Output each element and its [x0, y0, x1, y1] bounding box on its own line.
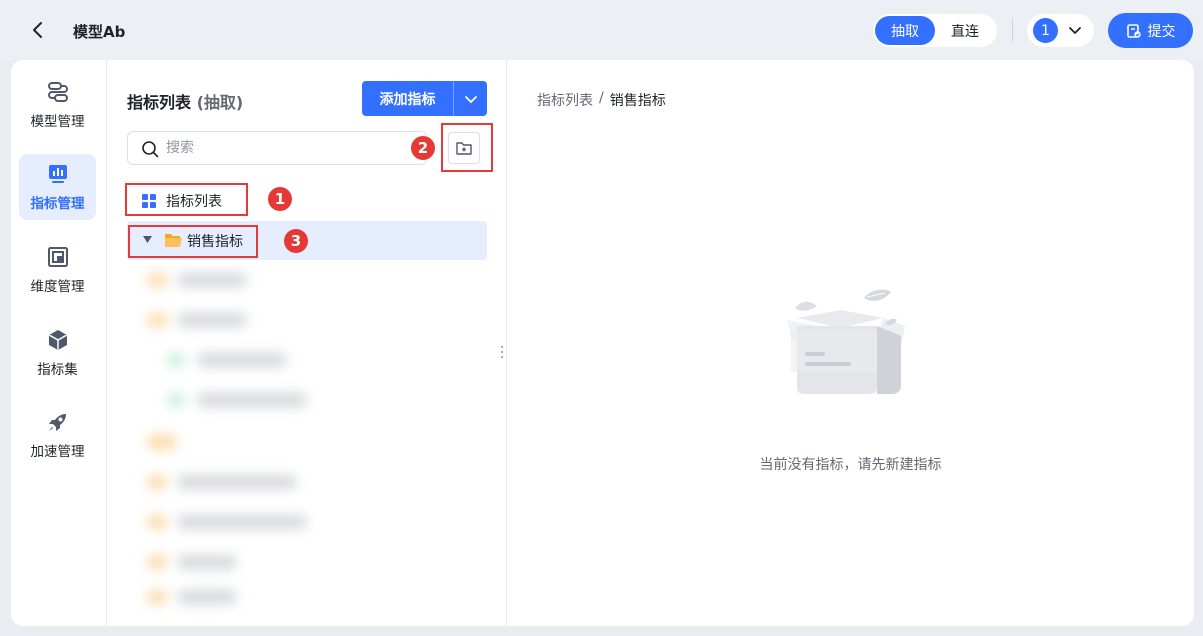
chevron-down-icon	[464, 95, 477, 103]
version-dropdown[interactable]: 1	[1027, 14, 1094, 47]
breadcrumb-separator: /	[599, 90, 604, 106]
blurred-tree-items	[127, 265, 367, 615]
add-metric-label[interactable]: 添加指标	[362, 81, 453, 116]
empty-box-illustration	[787, 289, 905, 394]
metric-tree-panel: 指标列表 (抽取) 添加指标 2	[107, 60, 507, 626]
model-title: 模型Ab	[73, 23, 126, 41]
nav-item-metric-set[interactable]: 指标集	[19, 320, 96, 386]
nav-item-model[interactable]: 模型管理	[19, 72, 96, 138]
nav-item-acceleration[interactable]: 加速管理	[19, 402, 96, 468]
chevron-left-icon	[33, 22, 42, 38]
search-input[interactable]	[166, 137, 406, 159]
panel-title-main: 指标列表	[127, 93, 192, 112]
search-icon	[142, 141, 159, 158]
panel-resize-handle[interactable]	[500, 344, 504, 358]
side-nav: 模型管理 指标管理 维度管理 指标集 加速管理	[11, 60, 107, 626]
mode-switch: 抽取 直连	[873, 14, 997, 47]
nav-label: 指标管理	[30, 196, 85, 212]
empty-state-text: 当前没有指标，请先新建指标	[759, 457, 942, 473]
nav-label: 维度管理	[30, 279, 85, 295]
add-metric-dropdown[interactable]	[454, 81, 487, 116]
dimension-icon	[47, 247, 68, 267]
annotation-badge-1: 1	[268, 187, 292, 211]
model-icon	[47, 82, 68, 102]
add-metric-button: 添加指标	[362, 81, 487, 116]
panel-title: 指标列表 (抽取)	[127, 89, 243, 113]
breadcrumb: 指标列表 / 销售指标	[537, 90, 666, 110]
submit-label: 提交	[1147, 23, 1176, 40]
nav-label: 模型管理	[30, 114, 85, 130]
breadcrumb-current: 销售指标	[609, 93, 666, 109]
top-bar: 模型Ab 抽取 直连 1 提交	[0, 0, 1203, 60]
annotation-box-3	[128, 225, 258, 258]
mode-extract-button[interactable]: 抽取	[875, 16, 935, 45]
nav-label: 指标集	[37, 362, 78, 378]
nav-item-dimension[interactable]: 维度管理	[19, 237, 96, 303]
chevron-down-icon	[1069, 27, 1081, 34]
submit-button[interactable]: 提交	[1108, 13, 1193, 48]
mode-direct-button[interactable]: 直连	[935, 16, 995, 45]
annotation-badge-3: 3	[284, 229, 308, 253]
nav-label: 加速管理	[30, 444, 85, 460]
annotation-badge-2: 2	[411, 136, 435, 160]
main-card: 模型管理 指标管理 维度管理 指标集 加速管理 指标列表 (抽取) 添加指标 搜…	[11, 60, 1194, 626]
cube-icon	[48, 330, 67, 350]
annotation-box-2	[441, 123, 493, 172]
divider	[1012, 18, 1013, 43]
version-number: 1	[1033, 18, 1058, 43]
panel-title-sub: (抽取)	[196, 93, 244, 112]
metric-icon	[48, 165, 67, 183]
annotation-box-1	[125, 183, 248, 216]
rocket-icon	[48, 414, 66, 431]
submit-icon	[1126, 23, 1141, 38]
back-button[interactable]	[28, 18, 48, 42]
drag-handle-icon	[501, 346, 503, 358]
breadcrumb-root[interactable]: 指标列表	[537, 90, 593, 110]
content-area: 指标列表 / 销售指标 当前没有指标，请先新建指标	[507, 60, 1194, 626]
nav-item-metric[interactable]: 指标管理	[19, 154, 96, 220]
search-box	[127, 131, 427, 165]
